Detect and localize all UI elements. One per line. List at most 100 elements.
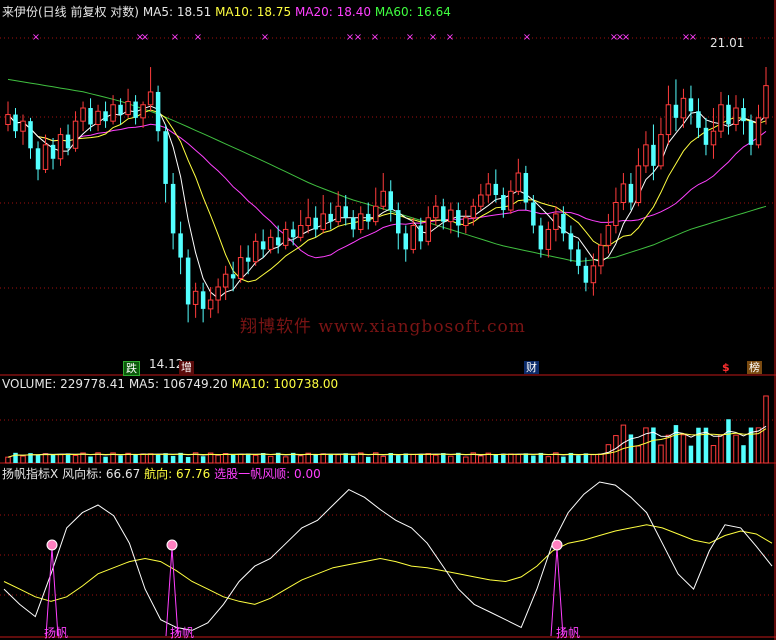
volume-bar: [328, 453, 333, 463]
watermark: 翔博软件 www.xiangbosoft.com: [240, 317, 526, 337]
sail-flower-icon: [166, 539, 178, 551]
volume-bar: [410, 453, 417, 464]
candle-body: [320, 213, 326, 230]
candle-body: [545, 228, 552, 250]
signal-cross-mark: ×: [689, 32, 697, 43]
candle-body: [590, 265, 597, 284]
volume-bar: [673, 425, 679, 463]
price-panel-header: 来伊份(日线 前复权 对数) MA5: 18.51 MA10: 18.75 MA…: [2, 5, 451, 19]
signal-cross-mark: ×: [429, 32, 437, 43]
candle-body: [703, 127, 709, 145]
candle-body: [185, 257, 191, 305]
candle-body: [613, 201, 619, 227]
candle-body: [252, 240, 259, 263]
vol-ma10-label: MA10: 100738.00: [231, 377, 339, 391]
candle-body: [282, 228, 289, 246]
signal-cross-mark: ×: [194, 32, 202, 43]
candle-body: [380, 190, 386, 207]
candle-body: [297, 225, 304, 238]
badge-dollar[interactable]: $: [720, 361, 732, 374]
volume-bar: [425, 453, 432, 464]
candle-body: [245, 257, 251, 262]
candle-body: [441, 206, 446, 222]
candle-body: [80, 107, 86, 122]
volume-bar: [665, 434, 672, 464]
volume-bar: [365, 456, 371, 463]
ma60-label: MA60: 16.64: [374, 5, 451, 19]
volume-bar: [320, 453, 326, 464]
candle-body: [192, 290, 199, 305]
volume-bar: [726, 419, 731, 463]
candle-body: [207, 299, 214, 310]
course-line: [3, 524, 773, 605]
candle-body: [372, 205, 379, 223]
candle-body: [553, 213, 559, 230]
volume-bar: [380, 455, 386, 464]
volume-bar: [267, 455, 274, 464]
volume-bar: [57, 453, 64, 464]
volume-label: VOLUME: 229778.41: [2, 377, 125, 391]
candle-body: [95, 110, 101, 125]
candle-body: [170, 183, 176, 234]
badge-drop[interactable]: 跌: [123, 361, 140, 376]
volume-bar: [598, 453, 604, 464]
indicator-panel-header: 扬帆指标X 风向标: 66.67 航向: 67.76 选股一帆风顺: 0.00: [2, 467, 321, 481]
candle-body: [673, 104, 679, 118]
volume-bar: [531, 455, 536, 463]
volume-bar: [88, 456, 93, 463]
candle-body: [651, 144, 656, 166]
volume-bar: [680, 434, 687, 464]
volume-bar: [658, 444, 664, 464]
stock-chart-window[interactable]: × × × × × × × × × × × × × × × × × × 来伊份(日线 前复权 对数) MA5: 1…: [0, 0, 776, 640]
ma10-label: MA10: 18.75: [215, 5, 292, 19]
candle-body: [50, 144, 56, 159]
candle-body: [733, 107, 739, 125]
volume-bar: [140, 453, 146, 464]
candle-body: [763, 85, 769, 119]
candle-body: [222, 273, 229, 288]
volume-bar: [103, 456, 108, 463]
volume-bar: [448, 455, 454, 464]
candle-body: [418, 225, 424, 242]
candle-body: [20, 120, 26, 132]
candle-body: [741, 108, 746, 122]
pick-label: 选股一帆风顺: 0.00: [214, 467, 321, 481]
candle-body: [103, 111, 108, 122]
candle-body: [696, 111, 701, 128]
badge-finance[interactable]: 财: [524, 361, 539, 374]
volume-bar: [433, 454, 439, 464]
candle-body: [643, 144, 649, 167]
signal-cross-mark: ×: [446, 32, 454, 43]
ma5-line: [7, 105, 767, 299]
candle-body: [463, 217, 469, 227]
candle-body: [230, 274, 236, 279]
candle-body: [88, 108, 93, 125]
volume-bar: [741, 445, 746, 463]
badge-list[interactable]: 榜: [747, 361, 762, 374]
volume-bar: [200, 456, 206, 463]
sail-flower-icon: [551, 539, 563, 551]
candle-body: [665, 104, 672, 136]
volume-bar: [335, 454, 341, 464]
volume-bar: [245, 453, 251, 463]
candle-body: [42, 144, 49, 170]
candle-body: [425, 217, 432, 242]
candle-body: [403, 233, 409, 250]
candle-body: [260, 241, 266, 250]
candle-body: [726, 104, 731, 125]
candle-body: [147, 91, 154, 106]
volume-bar: [72, 454, 79, 464]
volume-bar: [523, 453, 529, 463]
indicator-name[interactable]: 扬帆指标X: [2, 467, 58, 481]
course-label: 航向: 67.76: [144, 467, 211, 481]
candle-body: [110, 104, 116, 122]
volume-bar: [561, 456, 566, 463]
volume-bar: [710, 445, 717, 464]
candle-body: [267, 236, 274, 250]
signal-cross-mark: ×: [523, 32, 531, 43]
badge-increase[interactable]: 增: [179, 361, 194, 374]
candle-body: [470, 205, 477, 219]
candle-body: [635, 165, 642, 203]
candle-body: [688, 98, 694, 112]
sail-spike: [45, 547, 59, 637]
